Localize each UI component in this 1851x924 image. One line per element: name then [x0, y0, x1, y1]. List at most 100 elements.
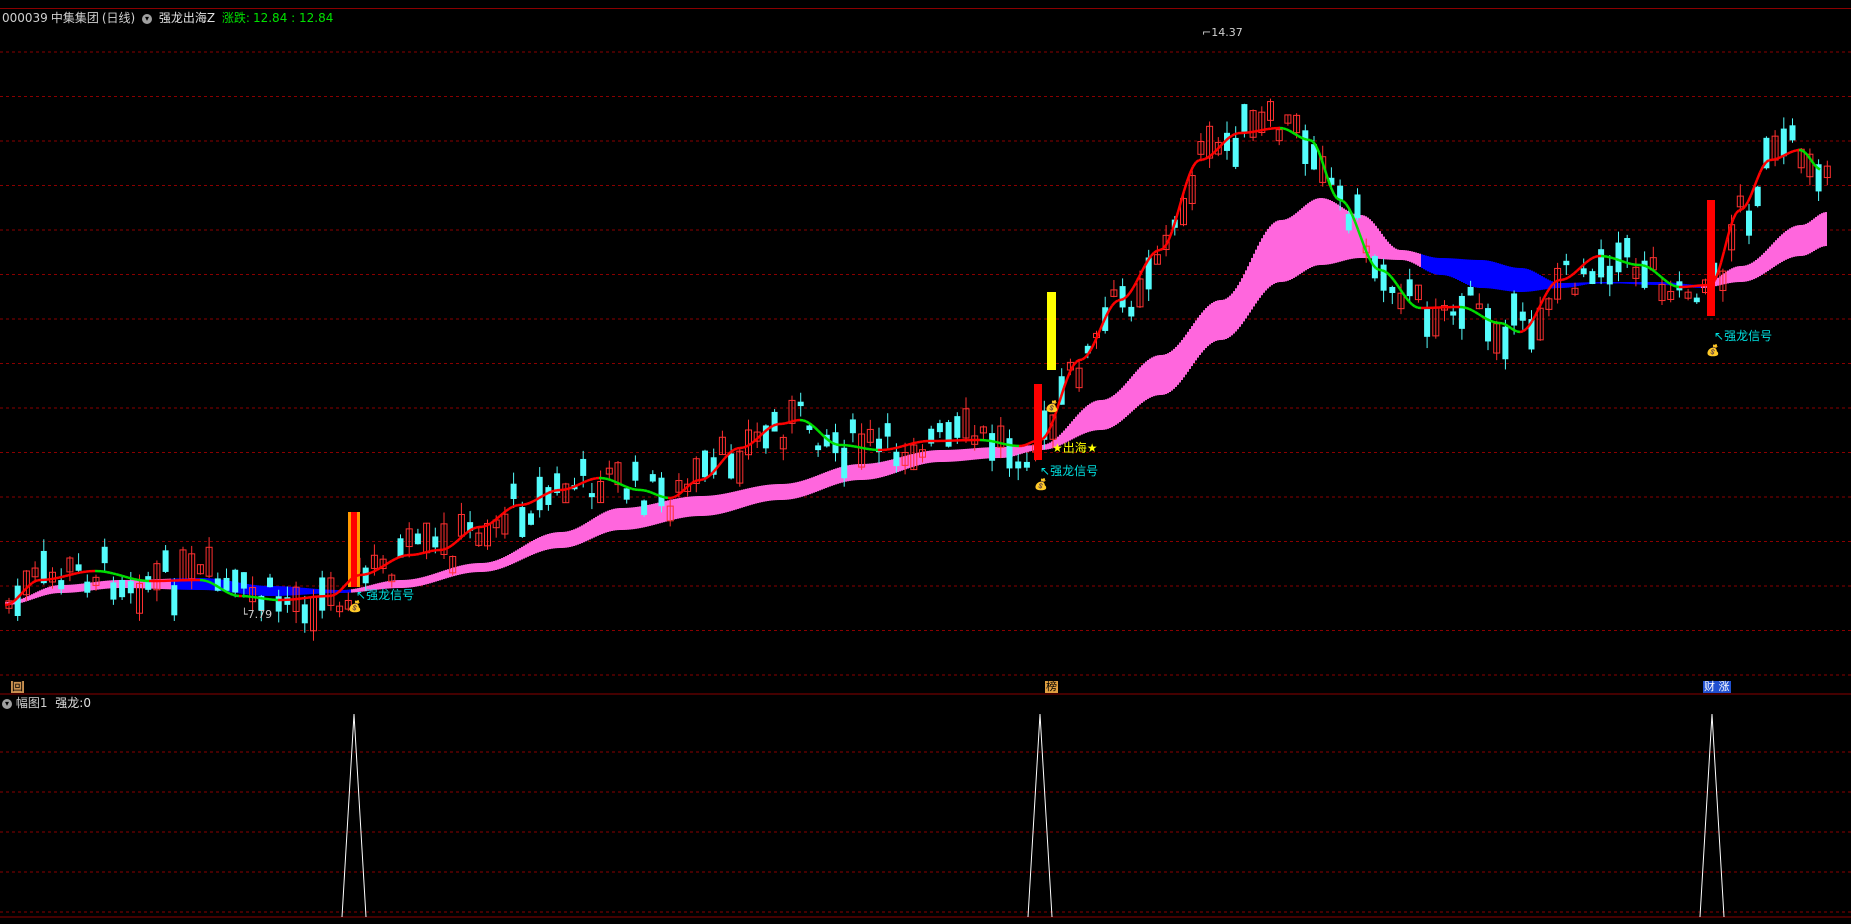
ma-segment — [1252, 130, 1257, 134]
band-slice — [853, 464, 855, 481]
band-slice — [305, 588, 307, 595]
candle-body — [649, 474, 656, 482]
ma-segment — [1288, 129, 1293, 134]
ma-segment — [1816, 166, 1821, 171]
band-slice — [423, 576, 425, 585]
sub-panel-title[interactable]: 幅图1 — [16, 696, 48, 710]
ma-segment — [691, 480, 696, 485]
band-slice — [1613, 282, 1615, 284]
candle-body — [1789, 125, 1796, 141]
band-slice — [1145, 361, 1147, 401]
sea-label: ★出海★ — [1052, 441, 1098, 455]
band-slice — [569, 530, 571, 548]
band-slice — [941, 449, 943, 462]
band-slice — [1785, 231, 1787, 260]
band-slice — [823, 472, 825, 489]
ma-segment — [373, 568, 378, 573]
ma-segment — [1216, 145, 1221, 151]
band-slice — [1399, 249, 1401, 260]
marker-mid[interactable]: 榜 — [1045, 681, 1058, 693]
band-slice — [1777, 238, 1779, 265]
band-slice — [1537, 273, 1539, 291]
candle-body — [1380, 264, 1387, 291]
ma-segment — [1030, 440, 1035, 444]
band-slice — [1385, 239, 1387, 260]
band-slice — [1495, 262, 1497, 290]
ma-segment — [1411, 303, 1416, 308]
ma-segment — [1809, 159, 1816, 165]
ma-segment — [511, 504, 516, 509]
band-slice — [1525, 268, 1527, 292]
band-slice — [1117, 391, 1119, 424]
ma-segment — [1195, 159, 1200, 164]
money-bag-icon: 💰 — [1045, 400, 1059, 413]
band-slice — [1825, 212, 1827, 247]
band-slice — [315, 588, 317, 594]
band-slice — [583, 524, 585, 543]
candle-body — [519, 507, 526, 537]
ma-segment — [79, 570, 84, 574]
band-slice — [1093, 401, 1095, 431]
ma-segment — [211, 582, 216, 587]
ma-segment — [487, 522, 492, 526]
band-slice — [1521, 268, 1523, 292]
band-slice — [1237, 285, 1239, 330]
band-slice — [419, 577, 421, 586]
band-slice — [465, 564, 467, 574]
band-slice — [545, 534, 547, 551]
signal-spike — [341, 713, 367, 918]
marker-right[interactable]: 财 涨 — [1703, 681, 1731, 693]
band-slice — [885, 460, 887, 477]
candle-body — [588, 493, 595, 498]
ma-segment — [1612, 256, 1617, 261]
ma-segment — [1213, 148, 1218, 154]
band-slice — [535, 538, 537, 554]
band-slice — [1425, 255, 1427, 271]
band-slice — [1561, 282, 1563, 288]
band-slice — [1539, 274, 1541, 291]
ma-segment — [109, 571, 114, 575]
band-slice — [285, 586, 287, 596]
band-slice — [943, 449, 945, 462]
band-slice — [1761, 254, 1763, 275]
band-slice — [785, 483, 787, 500]
ma-segment — [628, 486, 633, 491]
band-slice — [1629, 282, 1631, 284]
ma-segment — [853, 445, 858, 449]
ma-segment — [1666, 280, 1671, 285]
band-slice — [1045, 444, 1047, 450]
band-slice — [1769, 246, 1771, 270]
band-slice — [1511, 267, 1513, 292]
band-slice — [1443, 258, 1445, 276]
price-chart[interactable] — [0, 0, 1851, 924]
band-slice — [1809, 221, 1811, 254]
ma-segment — [1000, 442, 1005, 446]
band-slice — [77, 584, 79, 593]
band-slice — [971, 448, 973, 460]
band-slice — [815, 475, 817, 492]
band-slice — [1333, 202, 1335, 264]
band-slice — [603, 512, 605, 534]
band-slice — [1239, 281, 1241, 327]
band-slice — [467, 564, 469, 574]
ma-segment — [766, 426, 771, 431]
band-slice — [1565, 282, 1567, 288]
ma-segment — [1255, 129, 1260, 133]
band-slice — [23, 597, 25, 603]
ma-segment — [1579, 264, 1584, 269]
band-slice — [1487, 260, 1489, 289]
ma-segment — [709, 471, 714, 477]
band-slice — [47, 587, 49, 595]
chevron-down-icon[interactable]: ▾ — [2, 698, 12, 709]
band-slice — [647, 504, 649, 527]
ma-segment — [1783, 152, 1788, 157]
band-slice — [1243, 274, 1245, 322]
sub-indicator-label: 强龙: — [55, 696, 84, 710]
ma-segment — [415, 552, 420, 556]
band-slice — [867, 463, 869, 480]
band-slice — [1813, 218, 1815, 251]
band-slice — [879, 462, 881, 478]
moving-average-lines — [4, 126, 1821, 607]
marker-left[interactable]: 回 — [11, 681, 24, 693]
band-slice — [1739, 266, 1741, 283]
